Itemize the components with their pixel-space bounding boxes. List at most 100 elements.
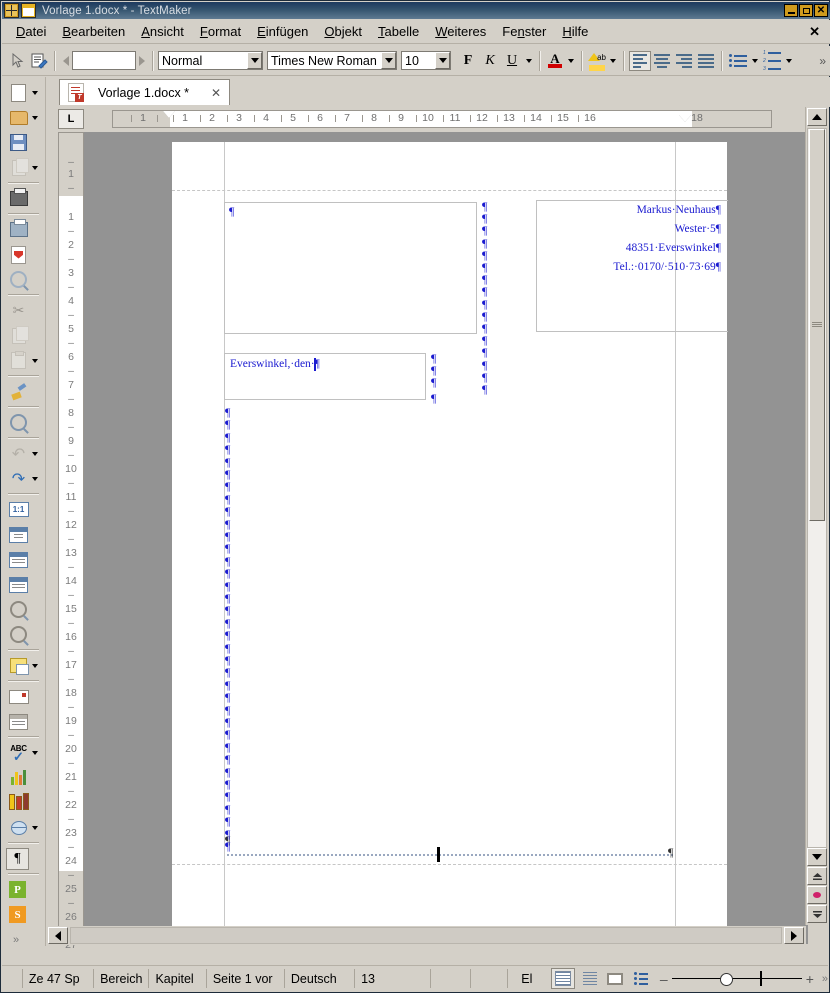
underline-button[interactable]: U <box>501 50 523 72</box>
save-button[interactable] <box>2 130 45 155</box>
scroll-right-button[interactable] <box>784 927 804 944</box>
menu-bearbeiten[interactable]: Bearbeiten <box>54 22 133 41</box>
page-width-button[interactable] <box>2 522 45 547</box>
new-document-button[interactable] <box>2 80 45 105</box>
font-color-button[interactable]: A <box>545 50 565 71</box>
date-frame[interactable]: Everswinkel,·den·¶ <box>224 353 426 400</box>
zoom-out-button[interactable]: – <box>660 971 668 987</box>
chevron-down-icon[interactable] <box>381 52 396 69</box>
insert-object-button[interactable] <box>2 653 45 678</box>
zoom-slider-knob[interactable] <box>719 973 733 986</box>
thesaurus-button[interactable] <box>2 790 45 815</box>
label-button[interactable] <box>2 709 45 734</box>
status-blank-2[interactable] <box>469 969 508 988</box>
bullet-list-button[interactable] <box>727 51 749 71</box>
zoom-in-button[interactable]: + <box>806 971 814 987</box>
bold-button[interactable]: F <box>457 50 479 72</box>
page-1[interactable]: ¶ Markus·Neuhaus¶ Wester·5¶ 48351·Eversw… <box>172 142 728 926</box>
redo-button[interactable]: ↷ <box>2 466 45 491</box>
horizontal-scrollbar[interactable] <box>46 926 806 945</box>
next-page-button[interactable] <box>807 905 827 923</box>
font-size-select[interactable]: 10 <box>401 51 451 70</box>
save-as-button[interactable] <box>2 155 45 180</box>
horizontal-scroll-trough[interactable] <box>70 927 782 944</box>
menu-weiteres[interactable]: Weiteres <box>427 22 494 41</box>
undo-button[interactable]: ↶ <box>2 441 45 466</box>
find-button[interactable] <box>2 410 45 435</box>
zoom-in-button[interactable] <box>2 597 45 622</box>
chart-button[interactable] <box>2 765 45 790</box>
vertical-scroll-trough[interactable] <box>807 128 827 848</box>
view-mode-normal[interactable] <box>551 968 575 989</box>
chevron-down-icon[interactable] <box>435 52 450 69</box>
chevron-down-icon[interactable] <box>29 476 41 481</box>
menu-datei[interactable]: Datei <box>8 22 54 41</box>
vertical-scrollbar[interactable] <box>805 107 828 925</box>
previous-page-button[interactable] <box>807 867 827 885</box>
planmaker-button[interactable]: S <box>2 902 45 927</box>
chevron-down-icon[interactable] <box>247 52 262 69</box>
send-document-button[interactable] <box>2 267 45 292</box>
cut-button[interactable]: ✂ <box>2 298 45 323</box>
chevron-down-icon[interactable] <box>29 451 41 456</box>
zoom-100-button[interactable]: 1:1 <box>2 497 45 522</box>
vertical-ruler[interactable]: – 1 – 1 – 2 – 3 – 4 – 5 – 6 – 7 – 8 – 9 – 10 – 11 – 12 – 13 – 14 – 15 – 1… <box>58 132 84 951</box>
highlight-button[interactable]: ab <box>587 50 607 71</box>
minimize-button[interactable] <box>784 4 798 17</box>
scroll-down-button[interactable] <box>807 848 827 866</box>
export-pdf-button[interactable] <box>2 242 45 267</box>
presentations-button[interactable]: P <box>2 877 45 902</box>
scroll-up-button[interactable] <box>807 108 827 126</box>
web-publish-button[interactable] <box>2 815 45 840</box>
view-mode-draft[interactable] <box>579 969 601 988</box>
envelope-button[interactable] <box>2 684 45 709</box>
menu-ansicht[interactable]: Ansicht <box>133 22 192 41</box>
view-mode-outline[interactable] <box>630 969 652 988</box>
status-page[interactable]: Seite 1 vor <box>205 969 284 988</box>
spellcheck-button[interactable]: ABC ✓ <box>2 740 45 765</box>
zoom-field[interactable] <box>72 51 136 70</box>
document-tab[interactable]: T Vorlage 1.docx * ✕ <box>59 79 231 105</box>
align-left-button[interactable] <box>629 50 651 71</box>
status-language[interactable]: Deutsch <box>283 969 354 988</box>
close-button[interactable]: ✕ <box>814 4 828 17</box>
menu-einfuegen[interactable]: Einfügen <box>249 22 316 41</box>
chevron-down-icon[interactable] <box>29 115 41 120</box>
menu-hilfe[interactable]: Hilfe <box>554 22 596 41</box>
zoom-slider-group[interactable]: – + <box>660 971 814 987</box>
numbered-list-dropdown[interactable] <box>783 51 795 71</box>
align-justify-button[interactable] <box>695 51 717 71</box>
font-family-select[interactable]: Times New Roman <box>267 51 397 70</box>
zoom-slider-track[interactable] <box>671 971 802 986</box>
paragraph-style-select[interactable]: Normal <box>158 51 263 70</box>
more-tools-button[interactable]: » <box>2 927 45 952</box>
recipient-frame[interactable]: ¶ <box>224 202 477 334</box>
open-button[interactable] <box>2 105 45 130</box>
status-section[interactable]: Bereich <box>93 969 148 988</box>
menu-tabelle[interactable]: Tabelle <box>370 22 427 41</box>
whole-page-button[interactable] <box>2 547 45 572</box>
zoom-out-button[interactable] <box>2 622 45 647</box>
vertical-scroll-thumb[interactable] <box>809 129 825 521</box>
align-right-button[interactable] <box>673 51 695 71</box>
status-blank-1[interactable] <box>430 969 470 988</box>
menu-objekt[interactable]: Objekt <box>316 22 370 41</box>
chevron-down-icon[interactable] <box>29 358 41 363</box>
chevron-down-icon[interactable] <box>29 90 41 95</box>
copy-button[interactable] <box>2 323 45 348</box>
horizontal-ruler[interactable]: 1 1 2 3 4 5 6 7 8 9 10 11 12 13 14 15 16 18 <box>112 110 772 128</box>
sender-address-frame[interactable]: Markus·Neuhaus¶ Wester·5¶ 48351·Everswin… <box>536 200 728 332</box>
toolbar-overflow-button[interactable]: » <box>819 54 826 68</box>
right-indent-marker[interactable] <box>679 115 691 122</box>
bullet-list-dropdown[interactable] <box>749 51 761 71</box>
close-document-button[interactable]: ✕ <box>809 24 820 40</box>
format-painter-button[interactable] <box>2 379 45 404</box>
font-color-dropdown[interactable] <box>565 51 577 71</box>
view-mode-page[interactable] <box>605 969 627 988</box>
menu-fenster[interactable]: Fenster <box>494 22 554 41</box>
close-tab-button[interactable]: ✕ <box>211 86 221 100</box>
numbered-list-button[interactable]: 1 2 3 <box>761 50 783 72</box>
highlight-dropdown[interactable] <box>607 51 619 71</box>
show-formatting-marks-button[interactable]: ¶ <box>2 846 45 871</box>
chevron-down-icon[interactable] <box>29 165 41 170</box>
